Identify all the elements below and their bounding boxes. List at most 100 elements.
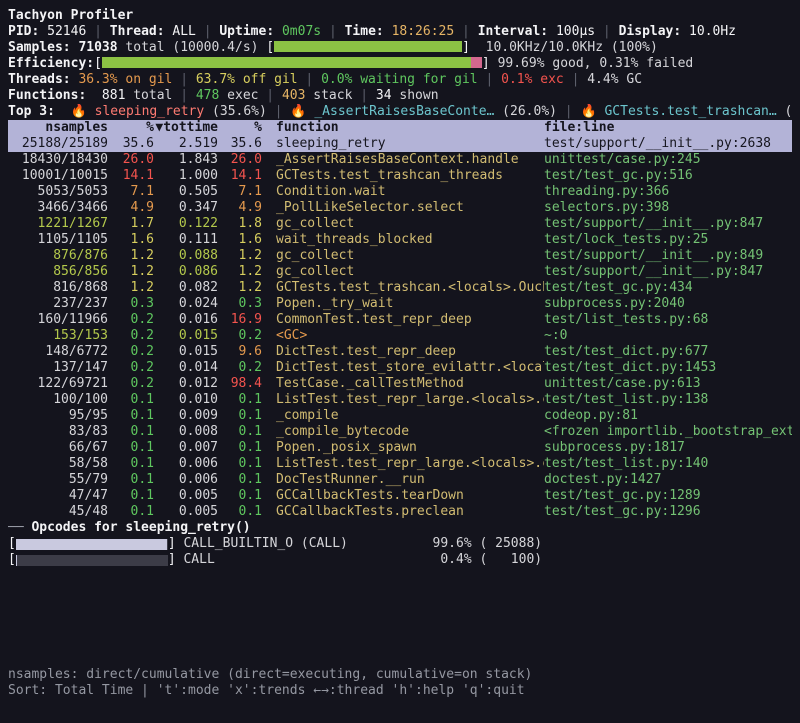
opcode-row: [] CALL_BUILTIN_O (CALL)99.6% ( 25088) <box>8 536 792 552</box>
threads-line: Threads: 36.3% on gil | 63.7% off gil | … <box>8 72 792 88</box>
table-row[interactable]: 3466/34664.90.3474.9_PollLikeSelector.se… <box>8 200 792 216</box>
cell-tottime: 1.843 <box>154 152 218 168</box>
table-row[interactable]: 45/480.10.0050.1GCCallbackTests.preclean… <box>8 504 792 520</box>
table-row[interactable]: 10001/1001514.11.00014.1GCTests.test_tra… <box>8 168 792 184</box>
cell-pct-direct: 0.1 <box>108 424 154 440</box>
cell-tottime: 0.347 <box>154 200 218 216</box>
cell-function: Popen._posix_spawn <box>262 440 544 456</box>
cell-pct-direct: 35.6 <box>108 136 154 152</box>
table-row[interactable]: 1221/12671.70.1221.8gc_collecttest/suppo… <box>8 216 792 232</box>
header-pct-direct[interactable]: % <box>108 120 154 136</box>
table-row[interactable]: 816/8681.20.0821.2GCTests.test_trashcan.… <box>8 280 792 296</box>
opcode-count: ( 100) <box>472 552 542 568</box>
cell-function: _AssertRaisesBaseContext.handle <box>262 152 544 168</box>
table-row[interactable]: 100/1000.10.0100.1ListTest.test_repr_lar… <box>8 392 792 408</box>
cell-pct-direct: 0.1 <box>108 440 154 456</box>
cell-tottime: 0.086 <box>154 264 218 280</box>
functions-value: 478 <box>196 88 219 103</box>
table-row[interactable]: 66/670.10.0070.1Popen._posix_spawnsubpro… <box>8 440 792 456</box>
thread-value: ALL <box>172 24 195 39</box>
cell-pct-direct: 14.1 <box>108 168 154 184</box>
cell-tottime: 0.007 <box>154 440 218 456</box>
cell-tottime: 0.016 <box>154 312 218 328</box>
opcode-pct: 0.4% <box>424 552 472 568</box>
cell-tottime: 0.006 <box>154 472 218 488</box>
opcode-bar <box>16 539 168 550</box>
cell-file-line: test/test_gc.py:434 <box>544 280 792 296</box>
table-row[interactable]: 25188/2518935.62.51935.6sleeping_retryte… <box>8 136 792 152</box>
header-pct-cumulative[interactable]: % <box>218 120 262 136</box>
table-row[interactable]: 160/119660.20.01616.9CommonTest.test_rep… <box>8 312 792 328</box>
cell-pct-cumulative: 0.1 <box>218 392 262 408</box>
header-function[interactable]: function <box>262 120 544 136</box>
header-nsamples[interactable]: nsamples <box>8 120 108 136</box>
cell-pct-cumulative: 0.1 <box>218 408 262 424</box>
title-line: Tachyon Profiler <box>8 8 792 24</box>
flame-icon: 🔥 <box>290 104 306 119</box>
header-tottime-sort[interactable]: ▼tottime <box>154 120 218 136</box>
cell-tottime: 0.015 <box>154 328 218 344</box>
bracket: ] <box>168 536 176 552</box>
table-row[interactable]: 95/950.10.0090.1_compilecodeop.py:81 <box>8 408 792 424</box>
cell-pct-direct: 0.1 <box>108 456 154 472</box>
table-row[interactable]: 47/470.10.0050.1GCCallbackTests.tearDown… <box>8 488 792 504</box>
functions-suffix: exec <box>219 88 258 103</box>
footer-note: nsamples: direct/cumulative (direct=exec… <box>8 667 792 683</box>
cell-nsamples: 1105/1105 <box>8 232 108 248</box>
table-row[interactable]: 122/697210.20.01298.4TestCase._callTestM… <box>8 376 792 392</box>
cell-pct-cumulative: 0.1 <box>218 488 262 504</box>
cell-pct-cumulative: 9.6 <box>218 344 262 360</box>
top3-function: _AssertRaisesBaseConte… <box>307 104 495 119</box>
cell-tottime: 0.111 <box>154 232 218 248</box>
samples-line: Samples: 71038 total (10000.4/s) [] 10.0… <box>8 40 792 56</box>
samples-progress-bar <box>274 41 462 52</box>
table-row[interactable]: 856/8561.20.0861.2gc_collecttest/support… <box>8 264 792 280</box>
cell-file-line: test/test_dict.py:1453 <box>544 360 792 376</box>
cell-pct-cumulative: 35.6 <box>218 136 262 152</box>
cell-file-line: test/lock_tests.py:25 <box>544 232 792 248</box>
table-row[interactable]: 5053/50537.10.5057.1Condition.waitthread… <box>8 184 792 200</box>
cell-nsamples: 856/856 <box>8 264 108 280</box>
cell-pct-cumulative: 0.1 <box>218 424 262 440</box>
cell-nsamples: 160/11966 <box>8 312 108 328</box>
separator: | <box>86 24 109 39</box>
opcodes-dashes: ── <box>8 520 31 535</box>
cell-pct-direct: 0.2 <box>108 360 154 376</box>
table-row[interactable]: 137/1470.20.0140.2DictTest.test_store_ev… <box>8 360 792 376</box>
table-row[interactable]: 876/8761.20.0881.2gc_collecttest/support… <box>8 248 792 264</box>
cell-pct-direct: 0.1 <box>108 488 154 504</box>
separator: | <box>595 24 618 39</box>
cell-pct-direct: 1.6 <box>108 232 154 248</box>
opcode-bar-fill <box>16 539 167 550</box>
cell-tottime: 0.024 <box>154 296 218 312</box>
cell-nsamples: 3466/3466 <box>8 200 108 216</box>
cell-function: gc_collect <box>262 216 544 232</box>
table-row[interactable]: 237/2370.30.0240.3Popen._try_waitsubproc… <box>8 296 792 312</box>
separator: | <box>564 72 587 87</box>
table-row[interactable]: 1105/11051.60.1111.6wait_threads_blocked… <box>8 232 792 248</box>
top3-function: GCTests.test_trashcan… <box>597 104 777 119</box>
top3-function: sleeping_retry <box>87 104 204 119</box>
table-row[interactable]: 83/830.10.0080.1_compile_bytecode<frozen… <box>8 424 792 440</box>
table-row[interactable]: 153/1530.20.0150.2<GC>~:0 <box>8 328 792 344</box>
time-value: 18:26:25 <box>392 24 455 39</box>
functions-label: Functions: <box>8 88 102 103</box>
header-file-line[interactable]: file:line <box>544 120 792 136</box>
cell-pct-cumulative: 1.8 <box>218 216 262 232</box>
table-row[interactable]: 18430/1843026.01.84326.0_AssertRaisesBas… <box>8 152 792 168</box>
thread-stat: 4.4% GC <box>587 72 642 87</box>
table-header[interactable]: nsamples%▼tottime%functionfile:line <box>8 120 792 136</box>
opcode-name: CALL <box>176 552 424 568</box>
separator: | <box>321 24 344 39</box>
cell-pct-direct: 0.1 <box>108 504 154 520</box>
cell-pct-direct: 7.1 <box>108 184 154 200</box>
table-row[interactable]: 148/67720.20.0159.6DictTest.test_repr_de… <box>8 344 792 360</box>
cell-nsamples: 148/6772 <box>8 344 108 360</box>
cell-pct-cumulative: 1.2 <box>218 264 262 280</box>
bracket: [ <box>8 552 16 568</box>
bracket: ] <box>462 40 470 55</box>
table-row[interactable]: 58/580.10.0060.1ListTest.test_repr_large… <box>8 456 792 472</box>
table-row[interactable]: 55/790.10.0060.1DocTestRunner.__rundocte… <box>8 472 792 488</box>
separator: | <box>172 72 195 87</box>
cell-pct-cumulative: 4.9 <box>218 200 262 216</box>
